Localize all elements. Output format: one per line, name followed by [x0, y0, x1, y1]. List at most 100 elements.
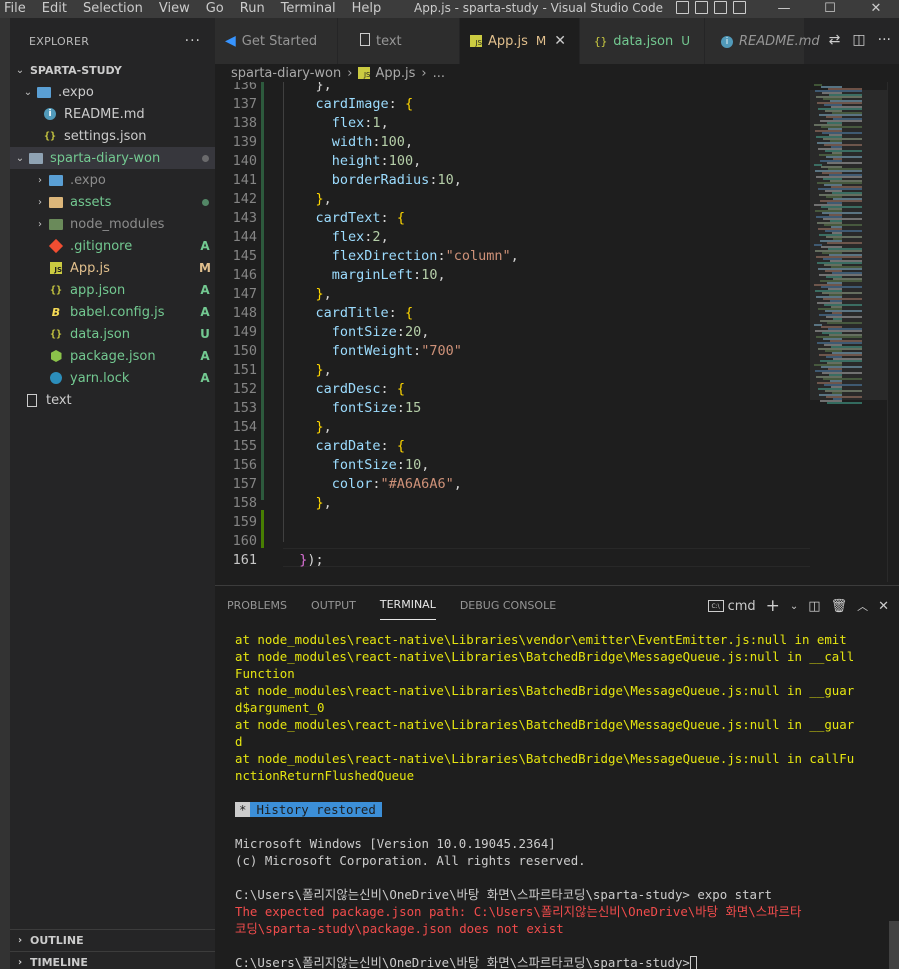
tree-item-sparta-diary-won[interactable]: ⌄ sparta-diary-won [10, 147, 215, 169]
line-number: 139 [232, 134, 257, 150]
tab-label: README.md [739, 33, 820, 49]
line-number: 154 [232, 419, 257, 435]
trash-icon[interactable]: 🗑 [831, 599, 848, 614]
menu-item-selection[interactable]: Selection [75, 0, 151, 18]
more-actions-icon[interactable]: ··· [185, 33, 201, 49]
menu-item-terminal[interactable]: Terminal [273, 0, 344, 18]
code-token: , [421, 457, 430, 473]
customize-layout-icon[interactable] [733, 1, 746, 14]
minimap-slider[interactable] [810, 90, 887, 400]
new-terminal-icon[interactable]: + [766, 596, 780, 616]
tab-terminal[interactable]: TERMINAL [379, 590, 436, 620]
workspace-root[interactable]: ⌄ SPARTA-STUDY [10, 59, 215, 81]
menu-item-view[interactable]: View [151, 0, 198, 18]
tree-item-package-json[interactable]: package.json A [10, 345, 215, 367]
minimap-line [827, 402, 862, 404]
tab-data-json[interactable]: {} data.json U [580, 18, 705, 64]
source-control-compare-icon[interactable]: ⇄ [829, 32, 841, 48]
breadcrumb-folder[interactable]: sparta-diary-won [231, 66, 341, 81]
panel-tabs: PROBLEMS OUTPUT TERMINAL DEBUG CONSOLE [215, 586, 580, 624]
toggle-primary-sidebar-icon[interactable] [676, 1, 689, 14]
explorer-title: EXPLORER [29, 34, 90, 48]
split-terminal-icon[interactable]: ◫ [808, 599, 820, 614]
code-token: cardDesc [283, 381, 381, 397]
tree-item-app-json[interactable]: {} app.json A [10, 279, 215, 301]
chevron-down-icon[interactable]: ⌄ [790, 601, 798, 612]
outline-section[interactable]: › OUTLINE [10, 929, 215, 951]
tree-item-expo[interactable]: › .expo [10, 169, 215, 191]
menu-item-edit[interactable]: Edit [34, 0, 75, 18]
menu-item-run[interactable]: Run [232, 0, 273, 18]
code-token: , [413, 153, 422, 169]
chevron-right-icon: › [421, 65, 427, 81]
code-token: cardTitle [283, 305, 389, 321]
tree-item-expo-root[interactable]: ⌄ .expo [10, 81, 215, 103]
js-icon: JS [48, 261, 64, 275]
tree-item-text[interactable]: text [10, 389, 215, 411]
split-editor-icon[interactable]: ◫ [852, 32, 865, 48]
tree-item-data-json[interactable]: {} data.json U [10, 323, 215, 345]
maximize-button[interactable]: ☐ [807, 0, 853, 17]
code-text: color:"#A6A6A6", [283, 475, 462, 494]
code-token: } [283, 286, 324, 302]
breadcrumb-file[interactable]: App.js [375, 66, 415, 81]
tree-item-assets[interactable]: › assets [10, 191, 215, 213]
tree-item-label: node_modules [70, 216, 165, 232]
tab-problems[interactable]: PROBLEMS [227, 591, 287, 620]
terminal-line: The expected package.json path: C:\Users… [235, 904, 802, 919]
tab-app-js[interactable]: JS App.js M ✕ [460, 18, 580, 64]
code-line: 149 fontSize:20, [215, 323, 810, 342]
code-line: 154 }, [215, 418, 810, 437]
line-number: 156 [232, 457, 257, 473]
code-token: flex [283, 229, 365, 245]
tab-label: App.js [488, 33, 528, 49]
menu-item-help[interactable]: Help [344, 0, 390, 18]
code-text: }, [283, 361, 332, 380]
code-token: , [437, 267, 446, 283]
close-panel-icon[interactable]: ✕ [878, 599, 889, 614]
maximize-panel-icon[interactable]: ︿ [857, 598, 868, 614]
tab-output[interactable]: OUTPUT [311, 591, 356, 620]
breadcrumb-more[interactable]: ... [433, 66, 445, 81]
code-token: "#A6A6A6" [380, 476, 454, 492]
menu-item-go[interactable]: Go [198, 0, 232, 18]
code-line: 146 marginLeft:10, [215, 266, 810, 285]
menu-item-file[interactable]: File [0, 0, 34, 18]
chevron-right-icon: › [38, 196, 42, 208]
tree-item-yarn-lock[interactable]: yarn.lock A [10, 367, 215, 389]
code-token: 15 [404, 400, 422, 416]
layout-controls [676, 1, 746, 14]
tab-debug-console[interactable]: DEBUG CONSOLE [460, 591, 556, 620]
toggle-panel-icon[interactable] [695, 1, 708, 14]
tree-item-app-js[interactable]: JS App.js M [10, 257, 215, 279]
timeline-section[interactable]: › TIMELINE [10, 951, 215, 969]
line-number: 143 [232, 210, 257, 226]
tab-get-started[interactable]: ◀ Get Started [215, 18, 338, 64]
tree-item-settings[interactable]: {} settings.json [10, 125, 215, 147]
tree-item-babel-config[interactable]: B babel.config.js A [10, 301, 215, 323]
terminal-selector[interactable]: C:\ cmd [707, 599, 756, 614]
tree-item-gitignore[interactable]: .gitignore A [10, 235, 215, 257]
code-token: : [396, 324, 405, 340]
more-actions-icon[interactable]: ··· [878, 32, 891, 48]
code-editor[interactable]: 136 }, 137 cardImage: {138 flex:1, 139 wid… [215, 82, 810, 582]
toggle-secondary-sidebar-icon[interactable] [714, 1, 727, 14]
terminal-scrollbar[interactable] [889, 921, 899, 969]
tab-readme[interactable]: i README.md [705, 18, 820, 64]
minimap[interactable] [810, 82, 887, 582]
tree-item-readme[interactable]: i README.md [10, 103, 215, 125]
editor-scrollbar[interactable] [887, 82, 899, 582]
line-number: 157 [232, 476, 257, 492]
code-text: cardTitle: { [283, 304, 414, 323]
close-tab-icon[interactable]: ✕ [554, 33, 566, 49]
close-window-button[interactable]: ✕ [853, 0, 899, 17]
tab-text[interactable]: text [338, 18, 460, 64]
minimize-button[interactable]: — [761, 0, 807, 17]
code-token: , [453, 476, 462, 492]
editor-actions: ⇄ ◫ ··· [829, 32, 891, 48]
code-token: } [283, 419, 324, 435]
git-icon [48, 238, 64, 254]
bottom-panel: PROBLEMS OUTPUT TERMINAL DEBUG CONSOLE C… [215, 585, 899, 969]
editor-tabs: ◀ Get Started text JS App.js M ✕ {} data… [215, 18, 899, 64]
tree-item-node-modules[interactable]: › node_modules [10, 213, 215, 235]
